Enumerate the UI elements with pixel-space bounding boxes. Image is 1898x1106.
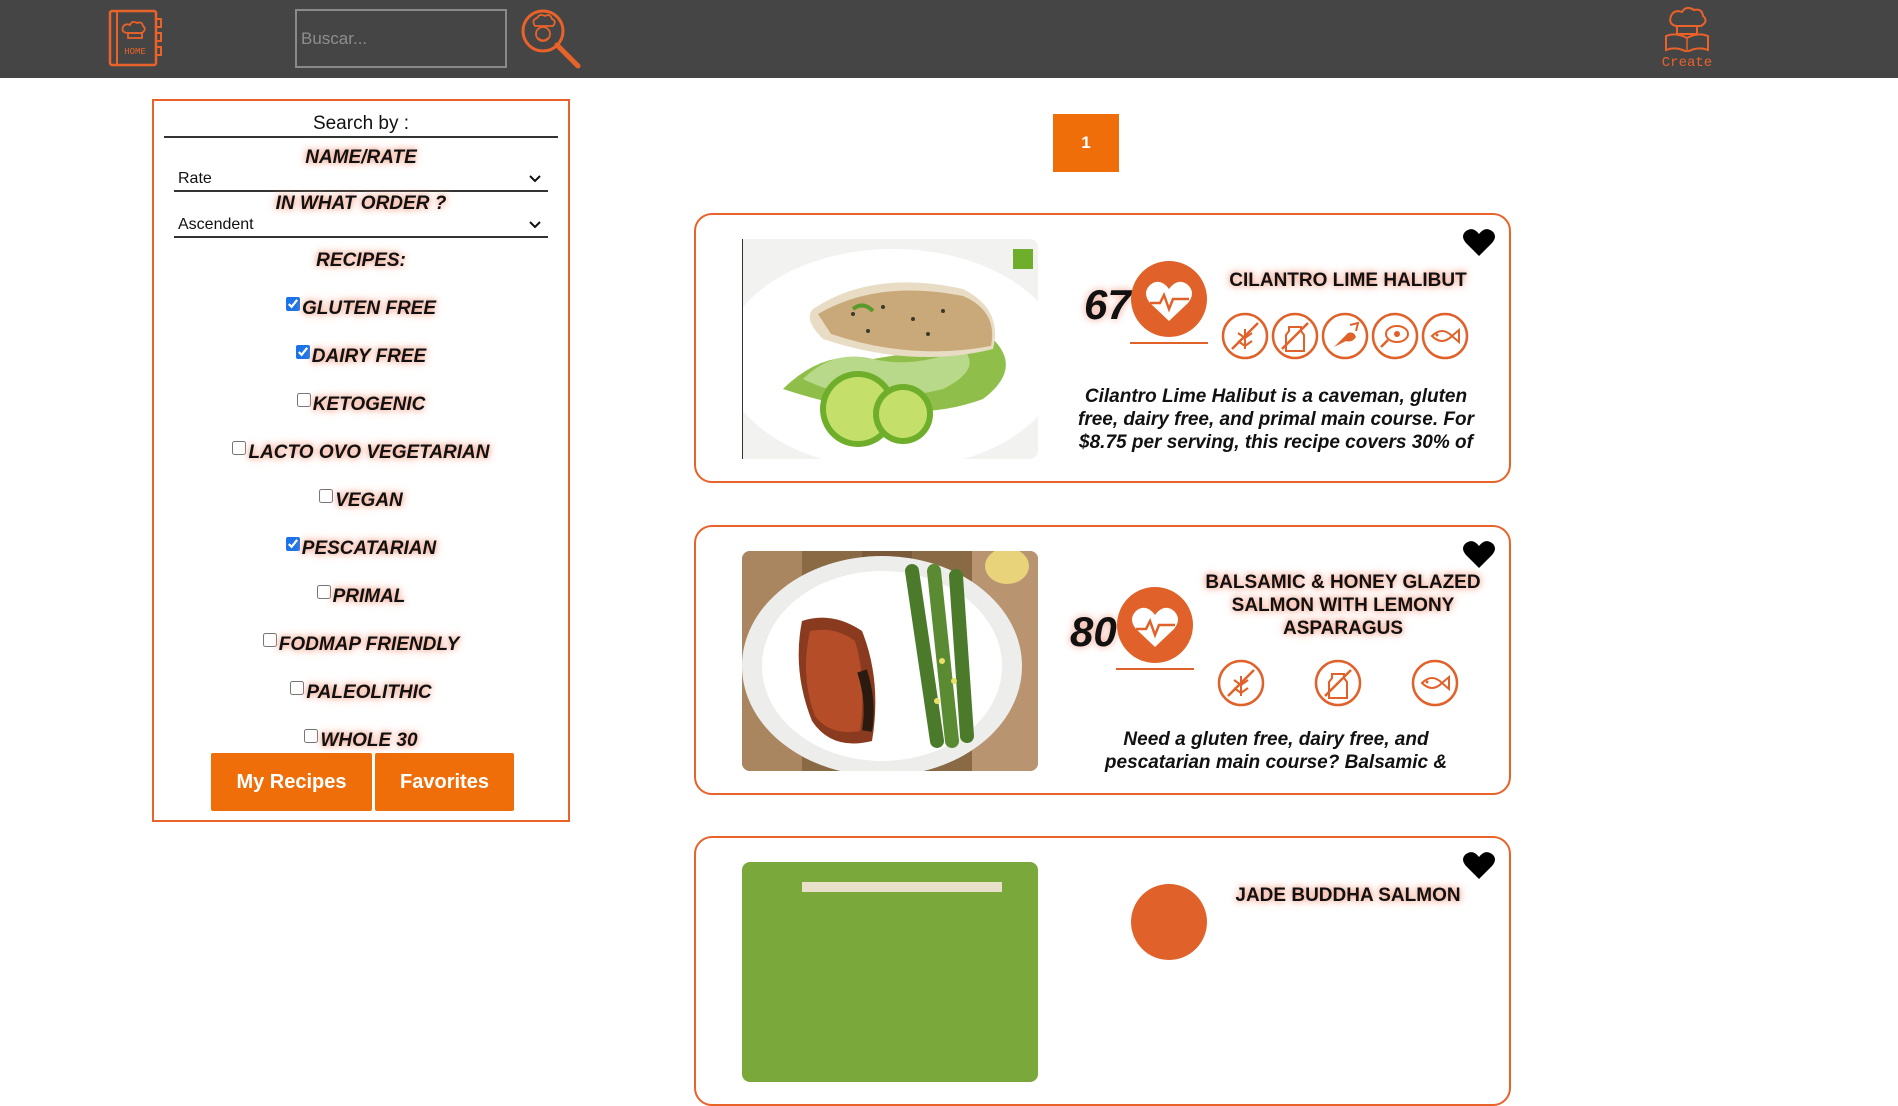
- order-label: IN WHAT ORDER ?: [275, 193, 447, 214]
- sort-select-value: Rate: [174, 170, 548, 192]
- favorite-heart-icon[interactable]: [1463, 852, 1495, 880]
- diet-checkbox[interactable]: [319, 489, 334, 503]
- meat-icon: [1371, 312, 1419, 360]
- diet-filter-dairy-free[interactable]: DAIRY FREE: [154, 345, 568, 368]
- diet-checkbox[interactable]: [262, 633, 277, 647]
- no-gluten-icon: [1217, 659, 1265, 707]
- diet-label: GLUTEN FREE: [301, 298, 437, 319]
- top-bar: HOME Create: [0, 0, 1898, 78]
- chef-book-icon: [1665, 6, 1709, 54]
- sort-label: NAME/RATE: [305, 147, 417, 168]
- diet-label: PESCATARIAN: [301, 538, 437, 559]
- favorites-button[interactable]: Favorites: [375, 753, 514, 811]
- recipe-summary: Need a gluten free, dairy free, and pesc…: [1104, 729, 1448, 773]
- recipe-image: [742, 551, 1038, 771]
- order-select-value: Ascendent: [174, 216, 548, 238]
- diet-checkbox[interactable]: [232, 441, 247, 455]
- search-by-heading: Search by :: [164, 113, 558, 138]
- fish-icon: [1421, 312, 1469, 360]
- recipe-card[interactable]: 67 CILANTRO LIME HALIBUT Cilantro Lime H…: [694, 213, 1511, 483]
- diet-checkbox[interactable]: [285, 537, 300, 551]
- health-score: 80: [1070, 608, 1117, 655]
- diet-checkbox[interactable]: [295, 345, 310, 359]
- recipe-image: [742, 862, 1038, 1082]
- no-dairy-icon: [1271, 312, 1319, 360]
- recipe-card[interactable]: JADE BUDDHA SALMON: [694, 836, 1511, 1106]
- diet-checkbox[interactable]: [290, 681, 305, 695]
- favorite-heart-icon[interactable]: [1463, 541, 1495, 569]
- no-gluten-icon: [1221, 312, 1269, 360]
- diet-filter-gluten-free[interactable]: GLUTEN FREE: [154, 297, 568, 320]
- diet-icons: [1216, 658, 1460, 708]
- diet-label: FODMAP FRIENDLY: [278, 634, 460, 655]
- recipe-title: CILANTRO LIME HALIBUT: [1229, 270, 1467, 291]
- no-dairy-icon: [1314, 659, 1362, 707]
- diet-label: LACTO OVO VEGETARIAN: [248, 442, 490, 463]
- favorite-heart-icon[interactable]: [1463, 229, 1495, 257]
- recipe-title: BALSAMIC & HONEY GLAZED SALMON WITH LEMO…: [1205, 572, 1481, 639]
- diet-filter-paleolithic[interactable]: PALEOLITHIC: [154, 681, 568, 704]
- health-score: 67: [1084, 281, 1131, 328]
- recipe-image: [742, 239, 1038, 459]
- create-label: Create: [1661, 55, 1713, 71]
- diet-label: PRIMAL: [332, 586, 406, 607]
- health-heart-icon: [1130, 261, 1208, 345]
- search-chef-icon[interactable]: [520, 8, 582, 70]
- recipes-label: RECIPES:: [316, 250, 406, 271]
- home-book-icon[interactable]: HOME: [106, 9, 164, 67]
- diet-filter-vegan[interactable]: VEGAN: [154, 489, 568, 512]
- diet-filter-whole-30[interactable]: WHOLE 30: [154, 729, 568, 752]
- primal-icon: [1321, 312, 1369, 360]
- my-recipes-button[interactable]: My Recipes: [211, 753, 372, 811]
- order-select[interactable]: Ascendent: [174, 216, 548, 238]
- diet-label: VEGAN: [335, 490, 403, 511]
- recipe-summary: Cilantro Lime Halibut is a caveman, glut…: [1078, 386, 1474, 453]
- diet-checkbox[interactable]: [296, 393, 311, 407]
- search-input[interactable]: [295, 9, 507, 68]
- diet-checkbox[interactable]: [304, 729, 319, 743]
- diet-filter-fodmap-friendly[interactable]: FODMAP FRIENDLY: [154, 633, 568, 656]
- diet-label: PALEOLITHIC: [306, 682, 432, 703]
- fish-icon: [1411, 659, 1459, 707]
- diet-checkbox[interactable]: [285, 297, 300, 311]
- diet-label: WHOLE 30: [320, 730, 418, 751]
- filter-sidebar: Search by : NAME/RATE Rate IN WHAT ORDER…: [152, 99, 570, 822]
- diet-icons: [1220, 311, 1470, 361]
- diet-filter-lacto-ovo-vegetarian[interactable]: LACTO OVO VEGETARIAN: [154, 441, 568, 464]
- health-heart-icon: [1116, 587, 1194, 671]
- diet-label: DAIRY FREE: [311, 346, 427, 367]
- diet-filter-primal[interactable]: PRIMAL: [154, 585, 568, 608]
- diet-checkbox[interactable]: [316, 585, 331, 599]
- recipe-card[interactable]: 80 BALSAMIC & HONEY GLAZED SALMON WITH L…: [694, 525, 1511, 795]
- diet-label: KETOGENIC: [312, 394, 426, 415]
- page-1-button[interactable]: 1: [1053, 114, 1119, 172]
- diet-filter-ketogenic[interactable]: KETOGENIC: [154, 393, 568, 416]
- sort-select[interactable]: Rate: [174, 170, 548, 192]
- create-button[interactable]: Create: [1660, 6, 1714, 71]
- diet-filter-pescatarian[interactable]: PESCATARIAN: [154, 537, 568, 560]
- home-label: HOME: [124, 47, 146, 57]
- health-heart-icon: [1130, 884, 1208, 968]
